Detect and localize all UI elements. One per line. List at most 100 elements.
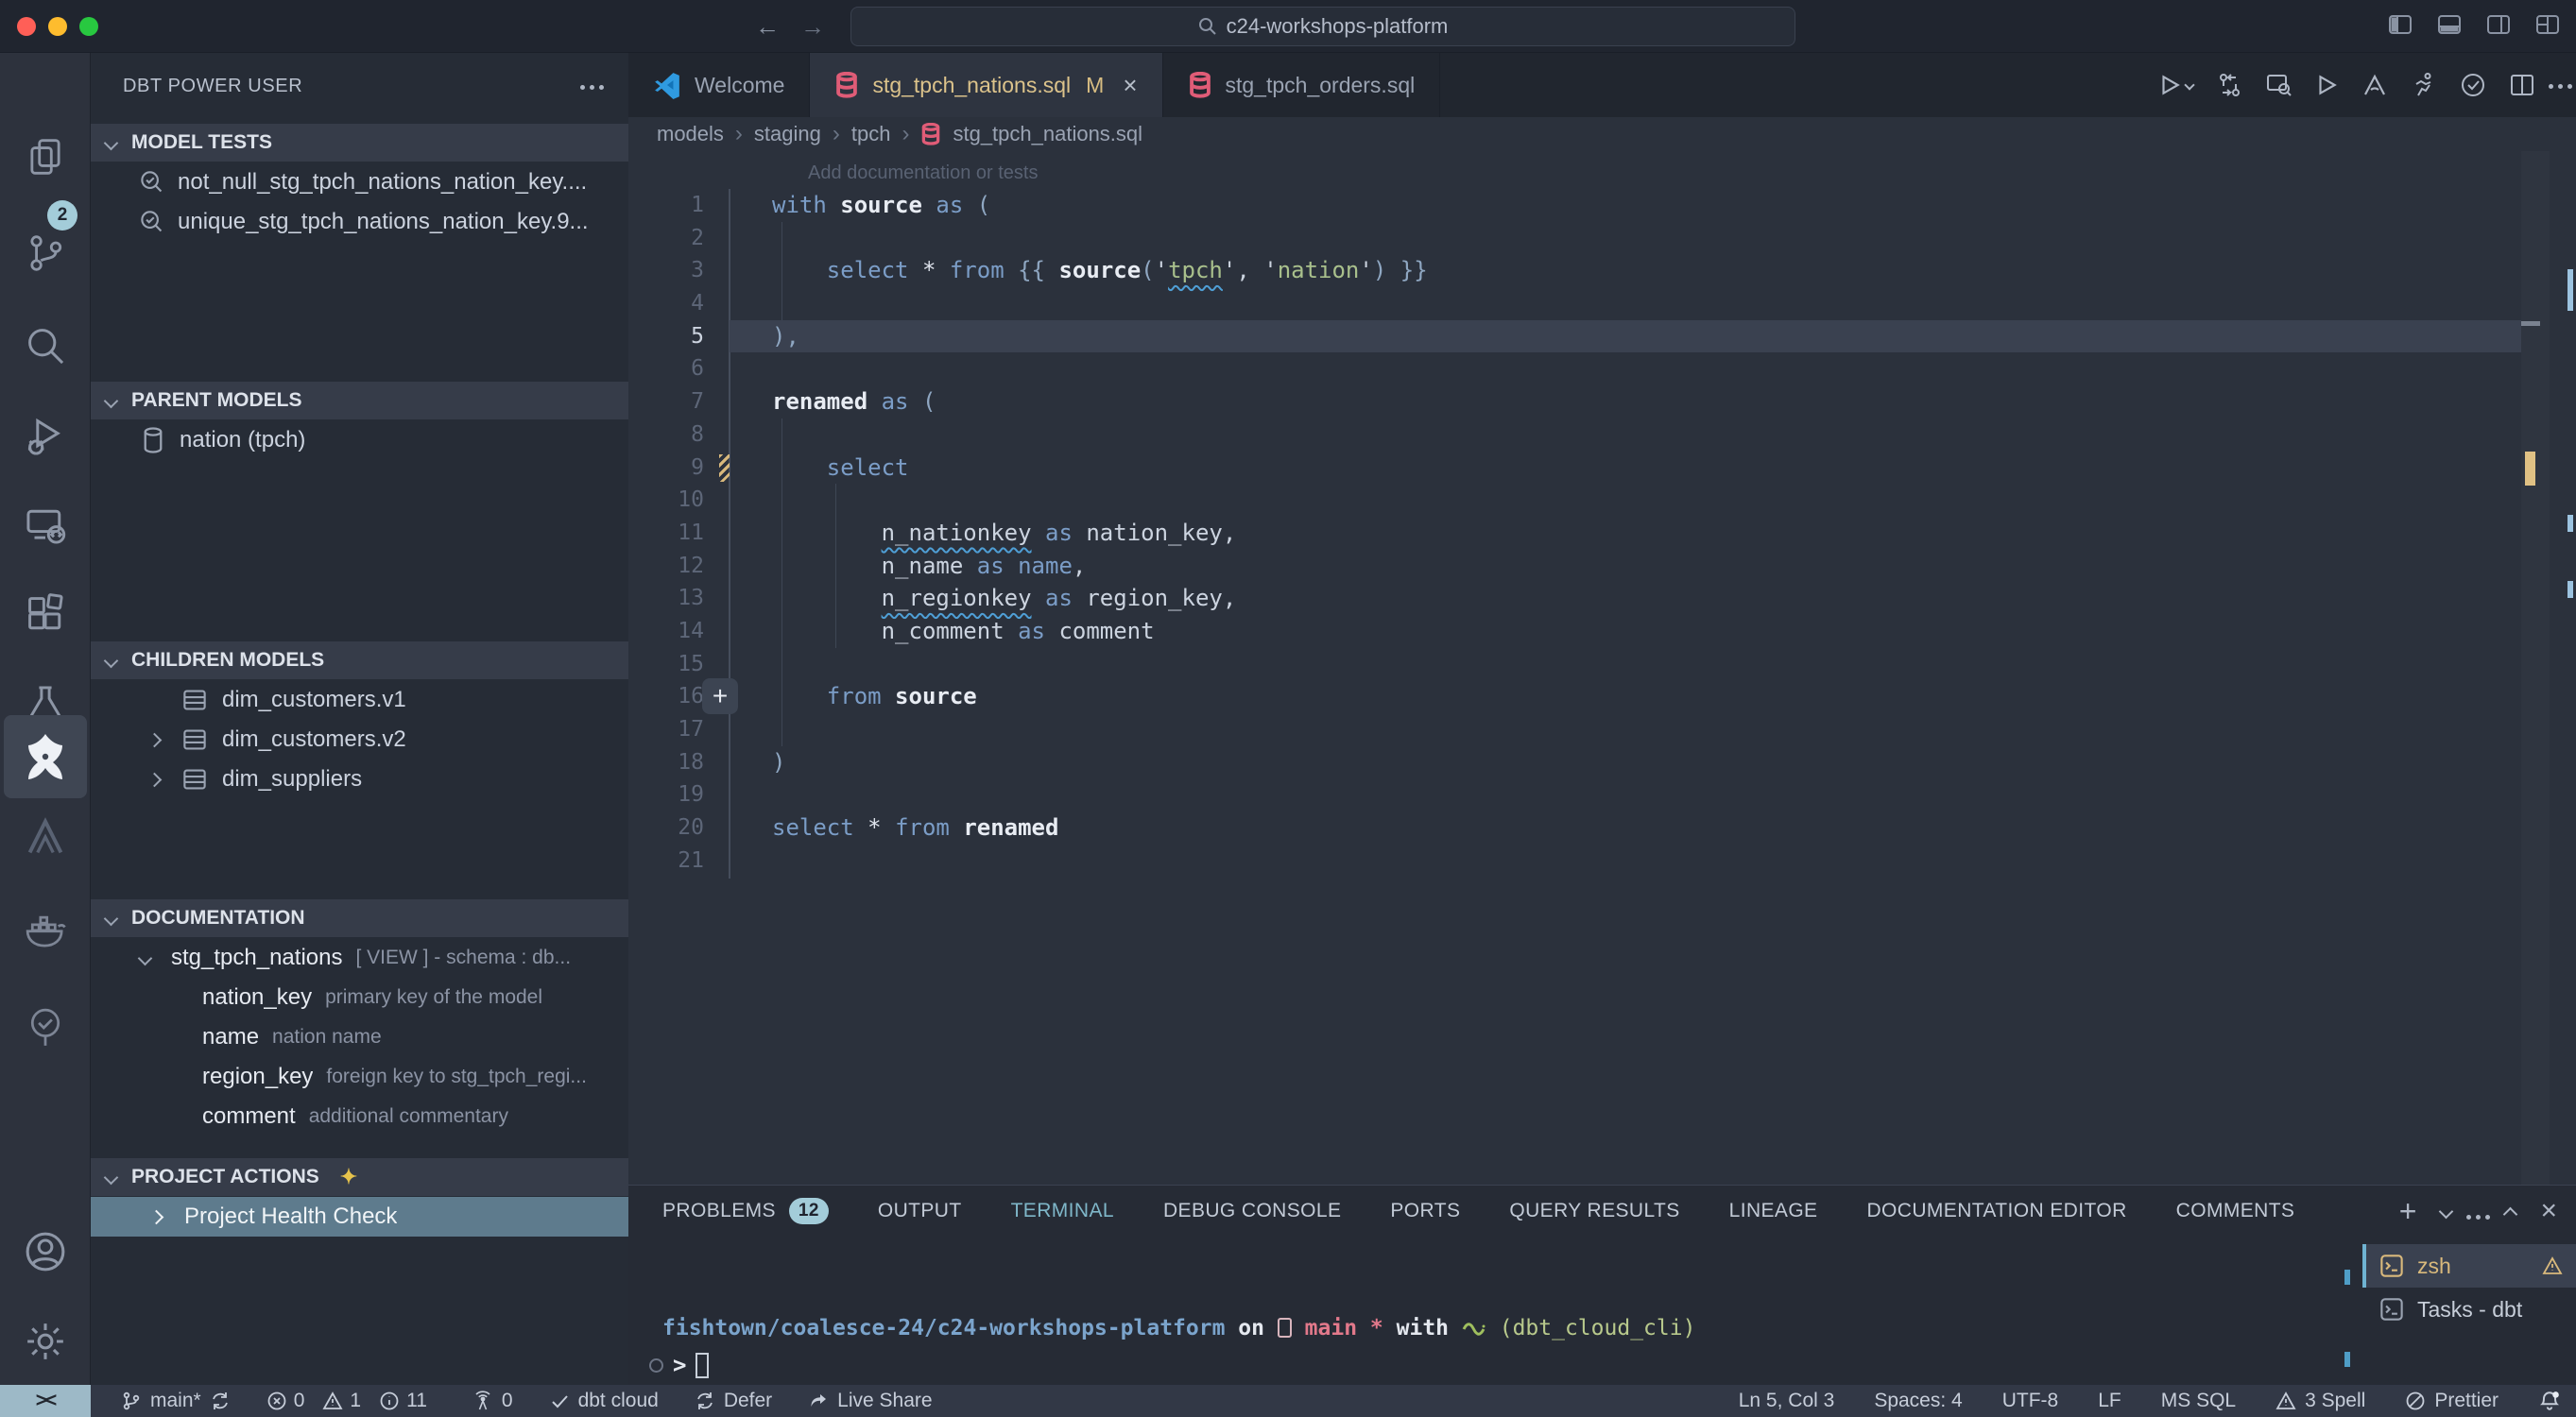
remote-explorer-icon[interactable] (21, 501, 70, 550)
close-tab-icon[interactable]: × (1123, 71, 1137, 100)
extensions-icon[interactable] (21, 589, 70, 639)
code-editor[interactable]: Add documentation or tests 1with source … (628, 151, 2576, 1185)
section-header-children-models[interactable]: CHILDREN MODELS (91, 641, 628, 679)
more-actions-icon[interactable] (2558, 77, 2563, 94)
section-header-documentation[interactable]: DOCUMENTATION (91, 899, 628, 937)
code-line[interactable]: 16+ from source (628, 680, 2576, 713)
terminal-output[interactable]: fishtown/coalesce-24/c24-workshops-platf… (662, 1316, 1695, 1340)
toggle-panel-icon[interactable] (2436, 11, 2463, 38)
run-tests-icon[interactable] (2411, 72, 2437, 98)
status-item-0[interactable]: 0 (472, 1390, 513, 1412)
code-line[interactable]: 1with source as ( (628, 189, 2576, 222)
code-line[interactable]: 4 (628, 287, 2576, 320)
list-item[interactable]: Project Health Check (91, 1197, 628, 1237)
panel-tab-terminal[interactable]: TERMINAL (1011, 1200, 1114, 1222)
code-line[interactable]: 5), (628, 320, 2576, 353)
list-item[interactable]: nation (tpch) (91, 420, 628, 460)
docker-icon[interactable] (21, 905, 70, 954)
doc-field-row[interactable]: region_keyforeign key to stg_tpch_regi..… (91, 1057, 628, 1097)
panel-tab-problems[interactable]: PROBLEMS12 (662, 1198, 829, 1224)
status-item-ms-sql[interactable]: MS SQL (2161, 1390, 2236, 1412)
status-item-prettier[interactable]: Prettier (2405, 1390, 2499, 1412)
run-dbt-model-icon[interactable] (2157, 73, 2193, 97)
code-line[interactable]: 11 n_nationkey as nation_key, (628, 517, 2576, 550)
preview-query-results-icon[interactable] (2265, 72, 2292, 98)
code-line[interactable]: 20select * from renamed (628, 811, 2576, 845)
codelens-link[interactable]: Add documentation or tests (808, 162, 1038, 184)
status-item-main-[interactable]: main* (121, 1390, 231, 1412)
status-item-spaces-4[interactable]: Spaces: 4 (1874, 1390, 1962, 1412)
new-terminal-icon[interactable]: + (2399, 1194, 2417, 1229)
code-line[interactable]: 13 n_regionkey as region_key, (628, 582, 2576, 615)
code-line[interactable]: 3 select * from {{ source('tpch', 'natio… (628, 254, 2576, 287)
list-item[interactable]: dim_customers.v2 (91, 720, 628, 760)
code-line[interactable]: 6 (628, 352, 2576, 385)
doc-field-row[interactable]: nation_keyprimary key of the model (91, 978, 628, 1017)
terminal-profile-dropdown-icon[interactable] (2439, 1204, 2454, 1219)
status-item[interactable]: 0111 (266, 1390, 437, 1412)
tab-stg-tpch-orders[interactable]: stg_tpch_orders.sql (1163, 53, 1441, 117)
panel-tab-output[interactable]: OUTPUT (878, 1200, 962, 1222)
altimate-action-icon[interactable] (2361, 72, 2388, 98)
list-item[interactable]: unique_stg_tpch_nations_nation_key.9... (91, 202, 628, 242)
panel-tab-lineage[interactable]: LINEAGE (1729, 1200, 1818, 1222)
panel-tab-debug-console[interactable]: DEBUG CONSOLE (1163, 1200, 1341, 1222)
section-header-model-tests[interactable]: MODEL TESTS (91, 124, 628, 162)
settings-gear-icon[interactable] (21, 1317, 70, 1366)
status-item[interactable] (2538, 1390, 2561, 1412)
split-editor-icon[interactable] (2509, 72, 2535, 98)
dbt-power-user-icon[interactable] (4, 715, 87, 798)
status-item-live-share[interactable]: Live Share (808, 1390, 932, 1412)
traffic-light-minimize[interactable] (48, 17, 67, 36)
sidebar-more-actions-icon[interactable] (590, 77, 594, 94)
command-center-search[interactable]: c24-workshops-platform (850, 7, 1795, 46)
breadcrumb-item[interactable]: staging (754, 122, 821, 146)
status-item-lf[interactable]: LF (2098, 1390, 2121, 1412)
code-line[interactable]: 18) (628, 746, 2576, 779)
list-item[interactable]: not_null_stg_tpch_nations_nation_key.... (91, 162, 628, 202)
code-line[interactable]: 14 n_comment as comment (628, 615, 2576, 648)
list-item[interactable]: dim_suppliers (91, 760, 628, 799)
compile-dbt-model-icon[interactable] (2216, 72, 2242, 98)
status-item-utf-8[interactable]: UTF-8 (2002, 1390, 2059, 1412)
toggle-primary-sidebar-icon[interactable] (2387, 11, 2413, 38)
terminal-tab-tasks-dbt[interactable]: Tasks - dbt (2362, 1288, 2576, 1331)
doc-field-row[interactable]: namenation name (91, 1017, 628, 1057)
close-panel-icon[interactable]: × (2540, 1195, 2557, 1227)
status-item-defer[interactable]: Defer (695, 1390, 772, 1412)
section-header-project-actions[interactable]: PROJECT ACTIONS✦ (91, 1158, 628, 1196)
traffic-light-close[interactable] (17, 17, 36, 36)
doc-field-row[interactable]: commentadditional commentary (91, 1097, 628, 1136)
panel-tab-documentation-editor[interactable]: DOCUMENTATION EDITOR (1866, 1200, 2126, 1222)
code-line[interactable]: 12 n_name as name, (628, 550, 2576, 583)
navigate-back-button[interactable]: ← (750, 9, 784, 43)
list-item[interactable]: dim_customers.v1 (91, 680, 628, 720)
search-sidebar-icon[interactable] (21, 321, 70, 370)
terminal-tab-zsh[interactable]: zsh (2362, 1244, 2576, 1288)
source-control-icon[interactable] (21, 229, 70, 278)
breadcrumb-item[interactable]: models (657, 122, 724, 146)
panel-tab-query-results[interactable]: QUERY RESULTS (1509, 1200, 1679, 1222)
run-and-debug-icon[interactable] (21, 412, 70, 461)
project-tree-icon[interactable] (21, 1003, 70, 1052)
code-line[interactable]: 10 (628, 484, 2576, 517)
altimate-icon[interactable] (21, 812, 70, 862)
status-item-ln-5-col-3[interactable]: Ln 5, Col 3 (1739, 1390, 1835, 1412)
panel-more-actions-icon[interactable] (2476, 1197, 2481, 1226)
maximize-panel-icon[interactable] (2503, 1206, 2518, 1221)
code-line[interactable]: 8 (628, 418, 2576, 452)
customize-layout-icon[interactable] (2534, 11, 2561, 38)
remote-indicator[interactable]: >< (0, 1385, 91, 1417)
panel-tab-ports[interactable]: PORTS (1390, 1200, 1460, 1222)
tab-stg-tpch-nations[interactable]: stg_tpch_nations.sql M × (810, 53, 1162, 117)
code-line[interactable]: 21 (628, 845, 2576, 878)
status-item-3-spell[interactable]: 3 Spell (2275, 1390, 2365, 1412)
code-line[interactable]: 2 (628, 222, 2576, 255)
gutter-add-button[interactable]: + (702, 678, 738, 714)
code-line[interactable]: 17 (628, 713, 2576, 746)
list-item[interactable]: stg_tpch_nations[ VIEW ] - schema : db..… (91, 938, 628, 978)
tab-welcome[interactable]: Welcome (628, 53, 810, 117)
breadcrumb-item[interactable]: tpch (851, 122, 891, 146)
execute-sql-icon[interactable] (2314, 73, 2339, 97)
toggle-secondary-sidebar-icon[interactable] (2485, 11, 2512, 38)
